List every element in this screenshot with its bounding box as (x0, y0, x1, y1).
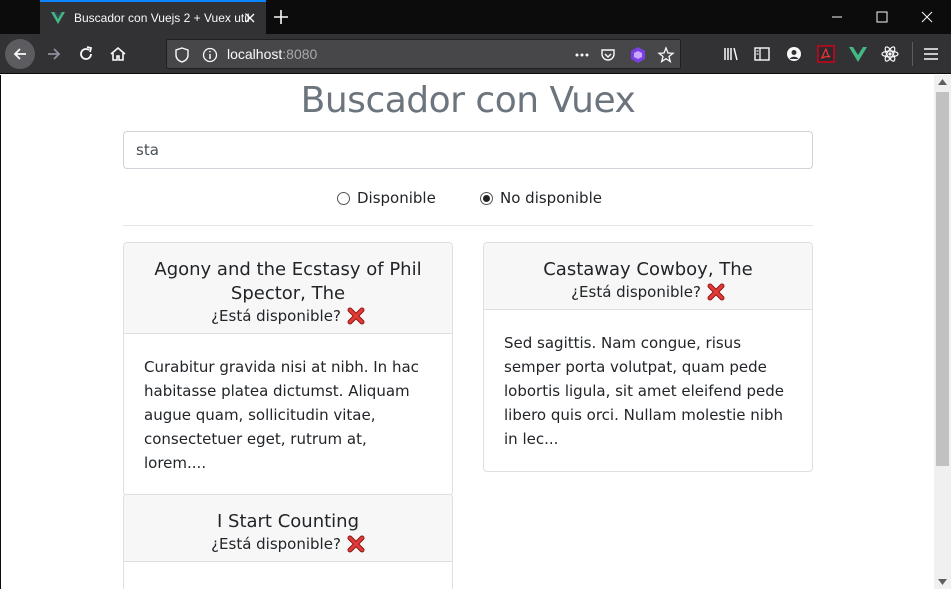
sidebar-icon[interactable] (752, 44, 772, 64)
browser-tab-active[interactable]: Buscador con Vuejs 2 + Vuex utilizando (40, 0, 266, 34)
card-header: Agony and the Ecstasy of Phil Spector, T… (124, 243, 452, 334)
filter-no-disponible[interactable]: No disponible (480, 189, 602, 207)
availability-label: ¿Está disponible? (211, 307, 341, 325)
filter-disponible[interactable]: Disponible (337, 189, 436, 207)
radio-label: Disponible (357, 189, 436, 207)
scroll-down-arrow-icon[interactable] (938, 579, 947, 585)
unavailable-x-icon (347, 535, 365, 553)
react-devtools-icon[interactable] (880, 44, 900, 64)
result-card: Castaway Cowboy, The ¿Está disponible? S… (483, 242, 813, 472)
arrow-left-icon (13, 48, 26, 60)
page-title: Buscador con Vuex (300, 80, 636, 121)
url-host: localhost (227, 46, 283, 62)
tab-bar: Buscador con Vuejs 2 + Vuex utilizando (0, 0, 951, 34)
new-tab-icon[interactable] (272, 8, 290, 26)
back-button[interactable] (5, 39, 35, 69)
extension-cube-icon[interactable] (629, 46, 647, 64)
divider (123, 225, 813, 226)
pocket-icon[interactable] (599, 46, 617, 64)
library-icon[interactable] (721, 44, 741, 64)
card-description: Sed sagittis. Nam congue, risus semper p… (504, 334, 785, 448)
card-title: Agony and the Ecstasy of Phil Spector, T… (154, 259, 422, 304)
close-window-icon[interactable] (920, 10, 934, 24)
radio-label: No disponible (500, 189, 602, 207)
availability-row: ¿Está disponible? (144, 535, 432, 553)
tab-title: Buscador con Vuejs 2 + Vuex utilizando (74, 11, 250, 25)
card-header: I Start Counting ¿Está disponible? (124, 495, 452, 562)
minimize-icon[interactable] (830, 10, 844, 24)
card-header: Castaway Cowboy, The ¿Está disponible? (484, 243, 812, 310)
navigation-toolbar: localhost:8080 (0, 34, 951, 74)
home-button[interactable] (103, 39, 133, 69)
info-icon[interactable] (201, 46, 219, 64)
page-viewport: Buscador con Vuex Disponible No disponib… (0, 75, 934, 589)
availability-label: ¿Está disponible? (211, 535, 341, 553)
url-port: :8080 (282, 46, 318, 62)
maximize-icon[interactable] (875, 10, 889, 24)
home-icon (110, 46, 126, 61)
card-description (124, 562, 452, 589)
search-input[interactable] (123, 131, 813, 169)
unavailable-x-icon (347, 307, 365, 325)
account-icon[interactable] (784, 44, 804, 64)
reload-button[interactable] (71, 39, 101, 69)
reload-icon (80, 46, 93, 60)
more-actions-icon[interactable] (573, 46, 591, 64)
arrow-right-icon (48, 48, 61, 60)
radio-no-disponible[interactable] (480, 191, 493, 205)
pdf-extension-icon[interactable] (816, 44, 836, 64)
shield-icon[interactable] (173, 46, 191, 64)
availability-row: ¿Está disponible? (504, 283, 792, 301)
vue-devtools-icon[interactable] (848, 44, 868, 64)
radio-disponible[interactable] (337, 191, 350, 205)
result-card: Agony and the Ecstasy of Phil Spector, T… (123, 242, 453, 496)
bookmark-star-icon[interactable] (657, 46, 675, 64)
card-title: I Start Counting (216, 511, 359, 532)
url-text: localhost:8080 (227, 46, 317, 62)
availability-row: ¿Está disponible? (144, 307, 432, 325)
hamburger-menu-icon[interactable] (921, 44, 941, 64)
page-scrollbar[interactable] (934, 75, 951, 589)
card-title: Castaway Cowboy, The (543, 259, 753, 280)
scrollbar-thumb[interactable] (936, 92, 949, 466)
card-description: Curabitur gravida nisi at nibh. In hac h… (144, 358, 419, 472)
close-tab-icon[interactable] (242, 10, 258, 26)
forward-button[interactable] (39, 39, 69, 69)
toolbar-separator (912, 42, 913, 66)
address-bar[interactable]: localhost:8080 (166, 39, 681, 69)
availability-label: ¿Está disponible? (571, 283, 701, 301)
scroll-up-arrow-icon[interactable] (938, 79, 947, 85)
vue-logo-icon (51, 12, 65, 24)
unavailable-x-icon (707, 283, 725, 301)
result-card: I Start Counting ¿Está disponible? (123, 494, 453, 589)
